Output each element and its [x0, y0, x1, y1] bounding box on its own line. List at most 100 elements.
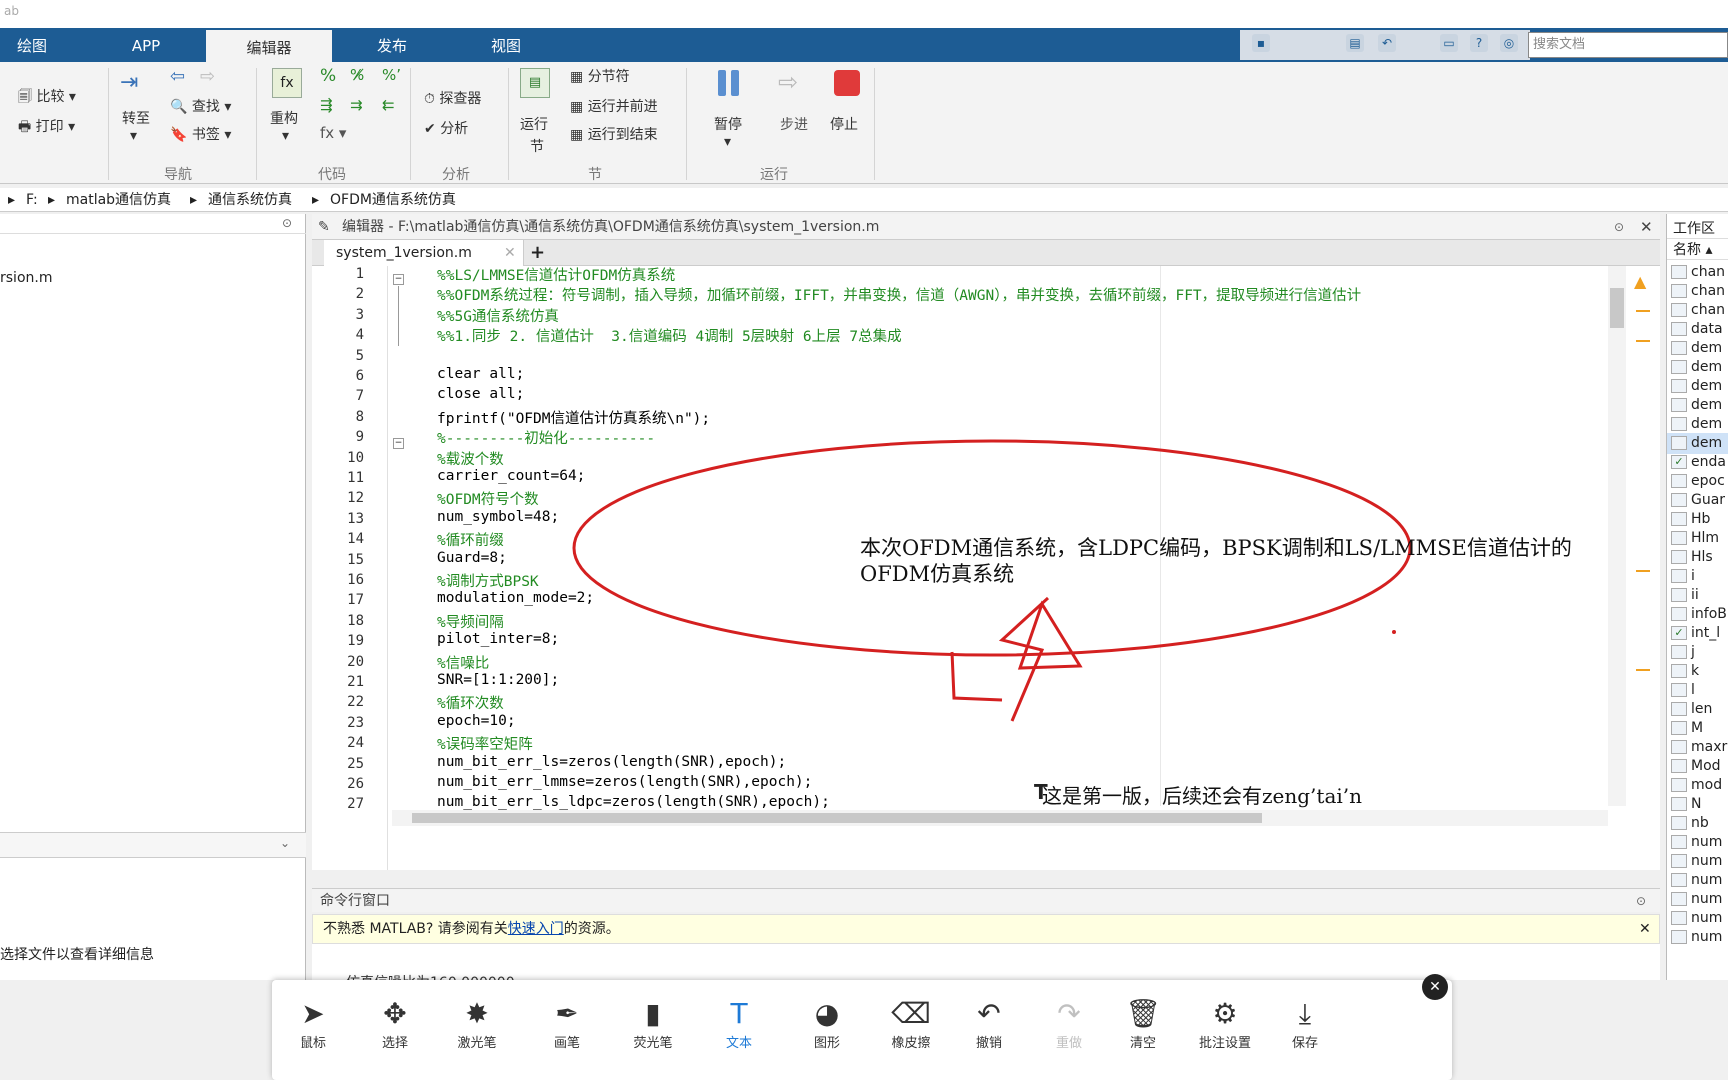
tool-eraser[interactable]: ⌫ 橡皮擦	[876, 996, 946, 1051]
tool-undo[interactable]: ↶ 撤销	[954, 996, 1024, 1051]
tool-trash[interactable]: 🗑 清空	[1108, 996, 1178, 1051]
workspace-variable[interactable]: M	[1667, 718, 1728, 739]
run-to-end-button[interactable]: ▦ 运行到结束	[570, 124, 658, 144]
workspace-variable[interactable]: dem	[1667, 357, 1728, 378]
workspace-column-header[interactable]: 名称 ▴	[1667, 238, 1728, 260]
workspace-variable[interactable]: dem	[1667, 414, 1728, 435]
pause-button[interactable]: 暂停	[714, 114, 742, 134]
file-item[interactable]: rsion.m	[0, 270, 52, 286]
run-and-advance-button[interactable]: ▦ 运行并前进	[570, 96, 658, 116]
chevron-down-icon[interactable]: ▾	[282, 128, 289, 144]
workspace-variable[interactable]: j	[1667, 642, 1728, 663]
tab-publish[interactable]: 发布	[346, 28, 438, 62]
tool-move[interactable]: ✥ 选择	[360, 996, 430, 1051]
analyze-button[interactable]: ✔ 分析	[424, 118, 468, 138]
breadcrumb-item[interactable]: 通信系统仿真	[208, 188, 292, 212]
comment-icon[interactable]: %	[320, 66, 336, 86]
workspace-variable[interactable]: chan	[1667, 300, 1728, 321]
help-icon[interactable]: ?	[1470, 34, 1488, 52]
workspace-variable[interactable]: mod	[1667, 775, 1728, 796]
editor-file-tab[interactable]: system_1version.m ✕	[324, 240, 524, 266]
wrap-comment-icon[interactable]: %ʼ	[382, 66, 401, 84]
workspace-variable[interactable]: num	[1667, 889, 1728, 910]
section-break-button[interactable]: ▦ 分节符	[570, 66, 630, 86]
workspace-variable[interactable]: N	[1667, 794, 1728, 815]
code-editor[interactable]: 1 %%LS/LMMSE信道估计OFDM仿真系统 2 %%OFDM系统过程：符号调制，…	[312, 266, 1660, 870]
find-button[interactable]: 🔍 查找 ▾	[170, 96, 231, 116]
workspace-variable[interactable]: num	[1667, 908, 1728, 929]
uncomment-icon[interactable]: %̸	[350, 66, 364, 84]
panel-menu-icon[interactable]: ⊙	[1636, 889, 1646, 913]
workspace-variable[interactable]: Hb	[1667, 509, 1728, 530]
forward-icon[interactable]: ⇨	[200, 66, 215, 87]
workspace-variable[interactable]: Mod	[1667, 756, 1728, 777]
close-tab-icon[interactable]: ✕	[504, 240, 516, 266]
stop-button[interactable]: 停止	[830, 114, 858, 134]
tool-redo[interactable]: ↷ 重做	[1034, 996, 1104, 1051]
tab-editor[interactable]: 编辑器	[206, 28, 332, 62]
workspace-variable[interactable]: len	[1667, 699, 1728, 720]
compare-button[interactable]: 🗐 比较 ▾	[18, 86, 76, 110]
tab-view[interactable]: 视图	[460, 28, 552, 62]
smart-indent-icon[interactable]: ⇉	[350, 96, 363, 114]
profiler-button[interactable]: ⏱ 探查器	[424, 88, 481, 108]
workspace-variable[interactable]: dem	[1667, 433, 1728, 454]
workspace-variable[interactable]: Hlm	[1667, 528, 1728, 549]
annotation-text-input[interactable]: 这是第一版，后续还会有zeng’tai’n	[1042, 780, 1362, 809]
workspace-variable[interactable]: dem	[1667, 338, 1728, 359]
workspace-variable[interactable]: infoB	[1667, 604, 1728, 625]
tool-text[interactable]: T 文本	[704, 996, 774, 1051]
save-icon[interactable]: ▪	[1252, 34, 1270, 52]
workspace-variable[interactable]: num	[1667, 927, 1728, 948]
goto-button[interactable]: 转至	[122, 108, 150, 128]
workspace-variable[interactable]: num	[1667, 832, 1728, 853]
paste-icon[interactable]: ▤	[1346, 34, 1364, 52]
tab-plots[interactable]: 绘图	[0, 28, 64, 62]
chevron-down-icon[interactable]: ▾	[130, 128, 137, 144]
workspace-variable[interactable]: nb	[1667, 813, 1728, 834]
tool-settings[interactable]: ⚙ 批注设置	[1190, 996, 1260, 1051]
workspace-variable[interactable]: maxr	[1667, 737, 1728, 758]
workspace-variable[interactable]: Hls	[1667, 547, 1728, 568]
chevron-down-icon[interactable]: ⌄	[280, 836, 290, 850]
close-icon[interactable]: ✕	[1640, 214, 1653, 240]
workspace-variable[interactable]: k	[1667, 661, 1728, 682]
workspace-variable[interactable]: chan	[1667, 281, 1728, 302]
close-icon[interactable]: ✕	[1639, 915, 1651, 943]
workspace-variable[interactable]: ✓ int_l	[1667, 623, 1728, 644]
refactor-button[interactable]: 重构	[270, 108, 298, 128]
tool-laser[interactable]: ✸ 激光笔	[442, 996, 512, 1051]
panel-menu-icon[interactable]: ⊙	[1614, 214, 1624, 240]
undo-icon[interactable]: ↶	[1378, 34, 1396, 52]
annotation-text[interactable]: OFDM仿真系统	[860, 558, 1014, 588]
workspace-variable[interactable]: epoc	[1667, 471, 1728, 492]
tool-highlighter[interactable]: ▮ 荧光笔	[618, 996, 688, 1051]
close-icon[interactable]: ✕	[1422, 974, 1448, 1000]
breadcrumb-item[interactable]: OFDM通信系统仿真	[330, 188, 456, 212]
workspace-variable[interactable]: chan	[1667, 262, 1728, 283]
tool-pen[interactable]: ✒ 画笔	[532, 996, 602, 1051]
tool-save[interactable]: ⤓ 保存	[1270, 996, 1340, 1051]
workspace-variable[interactable]: num	[1667, 870, 1728, 891]
back-icon[interactable]: ⇦	[170, 66, 185, 87]
workspace-variable[interactable]: ii	[1667, 585, 1728, 606]
search-docs-input[interactable]: 搜索文档	[1528, 32, 1728, 58]
window-icon[interactable]: ▭	[1440, 34, 1458, 52]
tab-apps[interactable]: APP	[100, 28, 192, 62]
chevron-down-icon[interactable]: ▾	[724, 134, 731, 150]
workspace-variable[interactable]: num	[1667, 851, 1728, 872]
outdent-icon[interactable]: ⇇	[382, 96, 395, 114]
tool-shape[interactable]: ◕ 图形	[792, 996, 862, 1051]
indent-icon[interactable]: ⇶	[320, 96, 333, 114]
run-section-button[interactable]: 运行	[520, 114, 548, 134]
command-window-body[interactable]: 仿真信噪比为160.000000	[312, 944, 1660, 991]
panel-menu-icon[interactable]: ⊙	[282, 216, 292, 230]
workspace-variable[interactable]: dem	[1667, 376, 1728, 397]
community-icon[interactable]: ◎	[1500, 34, 1518, 52]
step-button[interactable]: 步进	[780, 114, 808, 134]
new-tab-icon[interactable]: +	[530, 242, 545, 263]
workspace-variable[interactable]: i	[1667, 566, 1728, 587]
workspace-variable[interactable]: l	[1667, 680, 1728, 701]
workspace-variable[interactable]: data	[1667, 319, 1728, 340]
tool-cursor[interactable]: ➤ 鼠标	[278, 996, 348, 1051]
